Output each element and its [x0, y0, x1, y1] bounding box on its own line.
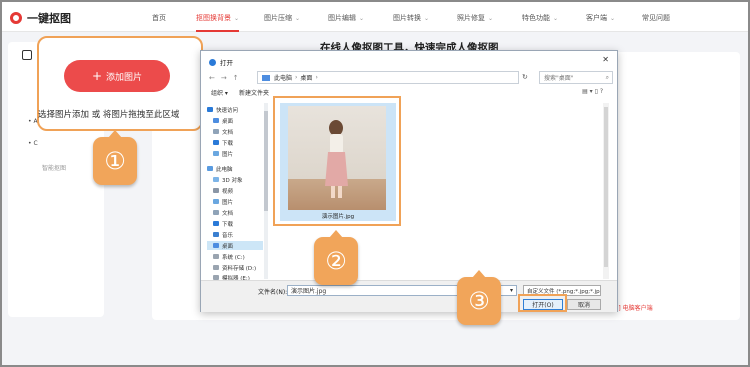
top-navbar: 一键抠图 首页 抠图换背景 ⌄ 图片压缩 ⌄ 图片编辑 ⌄ 图片转换 ⌄ 照片修复 ⌄ 特…	[2, 2, 748, 32]
tree-scrollbar[interactable]	[264, 103, 268, 279]
search-icon: ⌕	[605, 73, 609, 81]
view-options-icon[interactable]: ▤ ▾ ▯ ?	[582, 88, 603, 95]
app-icon	[209, 58, 216, 66]
open-file-dialog: 打开 ✕ ← → ↑ 此电脑 › 桌面 › ↻ 搜索"桌面" ⌕ 组织 ▾ 新建…	[200, 50, 618, 312]
tree-item-pictures[interactable]: 图片	[213, 197, 233, 206]
edit-icon[interactable]	[22, 50, 32, 60]
address-bar[interactable]: 此电脑 › 桌面 ›	[257, 71, 519, 84]
sidebar-hint: 智能抠图	[42, 165, 67, 172]
app-logo[interactable]: 一键抠图	[10, 10, 71, 26]
tree-item-drive-c[interactable]: 系统 (C:)	[213, 252, 245, 261]
nav-item-cutout[interactable]: 抠图换背景 ⌄	[196, 13, 240, 32]
drop-hint: 选择图片添加 或 将图片拖拽至此区域	[38, 110, 180, 120]
up-arrow-icon[interactable]: ↑	[233, 74, 239, 82]
dialog-navbar: ← → ↑ 此电脑 › 桌面 › ↻ 搜索"桌面" ⌕	[209, 71, 613, 85]
sidebar-bullet: • C	[28, 140, 38, 147]
new-folder-button[interactable]: 新建文件夹	[239, 88, 269, 97]
tree-item-quick-access[interactable]: 快速访问	[207, 105, 238, 114]
chevron-down-icon: ⌄	[359, 15, 365, 22]
content-scrollbar[interactable]	[603, 103, 609, 279]
step-marker-3: ③	[457, 270, 501, 325]
back-arrow-icon[interactable]: ←	[209, 74, 215, 82]
nav-item-compress[interactable]: 图片压缩 ⌄	[264, 13, 300, 23]
step-marker-1: ①	[93, 130, 137, 185]
nav-item-repair[interactable]: 照片修复 ⌄	[457, 13, 493, 23]
tree-item-3d-objects[interactable]: 3D 对象	[213, 175, 242, 184]
tree-item-desktop[interactable]: 桌面	[213, 116, 233, 125]
file-highlight-box	[273, 96, 401, 226]
tree-item-videos[interactable]: 视频	[213, 186, 233, 195]
folder-icon	[262, 74, 270, 81]
nav-item-convert[interactable]: 图片转换 ⌄	[393, 13, 429, 23]
tree-item-downloads[interactable]: 下载	[213, 219, 233, 228]
close-icon[interactable]: ✕	[602, 55, 609, 64]
app-name: 一键抠图	[27, 12, 71, 25]
chevron-down-icon: ⌄	[234, 15, 240, 22]
organize-menu[interactable]: 组织 ▾	[211, 88, 228, 97]
add-image-button[interactable]: + 添加图片	[64, 60, 170, 92]
tree-item-desktop-selected[interactable]: 桌面	[207, 241, 263, 250]
step-marker-2: ②	[314, 230, 358, 285]
tree-item-documents[interactable]: 文档	[213, 208, 233, 217]
chevron-down-icon: ⌄	[610, 15, 616, 22]
plus-icon: +	[91, 69, 103, 83]
nav-item-client[interactable]: 客户端 ⌄	[586, 13, 615, 23]
forward-arrow-icon[interactable]: →	[221, 74, 227, 82]
chevron-down-icon: ⌄	[424, 15, 430, 22]
open-button-highlight	[518, 294, 567, 312]
chevron-down-icon: ⌄	[488, 15, 494, 22]
refresh-icon[interactable]: ↻	[522, 73, 528, 81]
cancel-button[interactable]: 取消	[567, 299, 601, 310]
folder-tree: 快速访问 桌面 文档 下载 图片 此电脑 3D 对象 视频 图片 文档 下载 音…	[207, 103, 263, 282]
nav-item-home[interactable]: 首页	[152, 13, 166, 23]
chevron-down-icon: ⌄	[553, 15, 559, 22]
tree-item-downloads[interactable]: 下载	[213, 138, 233, 147]
nav-item-features[interactable]: 特色功能 ⌄	[522, 13, 558, 23]
tree-item-music[interactable]: 音乐	[213, 230, 233, 239]
nav-item-faq[interactable]: 常见问题	[642, 13, 670, 23]
breadcrumb-this-pc[interactable]: 此电脑	[274, 73, 292, 82]
logo-icon	[10, 12, 22, 24]
nav-item-edit[interactable]: 图片编辑 ⌄	[328, 13, 364, 23]
breadcrumb-desktop[interactable]: 桌面	[300, 73, 312, 82]
tree-item-pictures[interactable]: 图片	[213, 149, 233, 158]
search-input[interactable]: 搜索"桌面" ⌕	[539, 71, 613, 84]
dialog-toolbar: 组织 ▾ 新建文件夹 ▤ ▾ ▯ ?	[209, 88, 609, 98]
tree-item-documents[interactable]: 文档	[213, 127, 233, 136]
chevron-down-icon: ⌄	[295, 15, 301, 22]
dialog-title: 打开	[209, 57, 233, 67]
tree-item-this-pc[interactable]: 此电脑	[207, 164, 233, 173]
chevron-down-icon[interactable]: ▾	[510, 287, 513, 294]
tree-item-drive-d[interactable]: 资料存储 (D:)	[213, 263, 256, 272]
file-name-field-label: 文件名(N):	[258, 289, 288, 296]
